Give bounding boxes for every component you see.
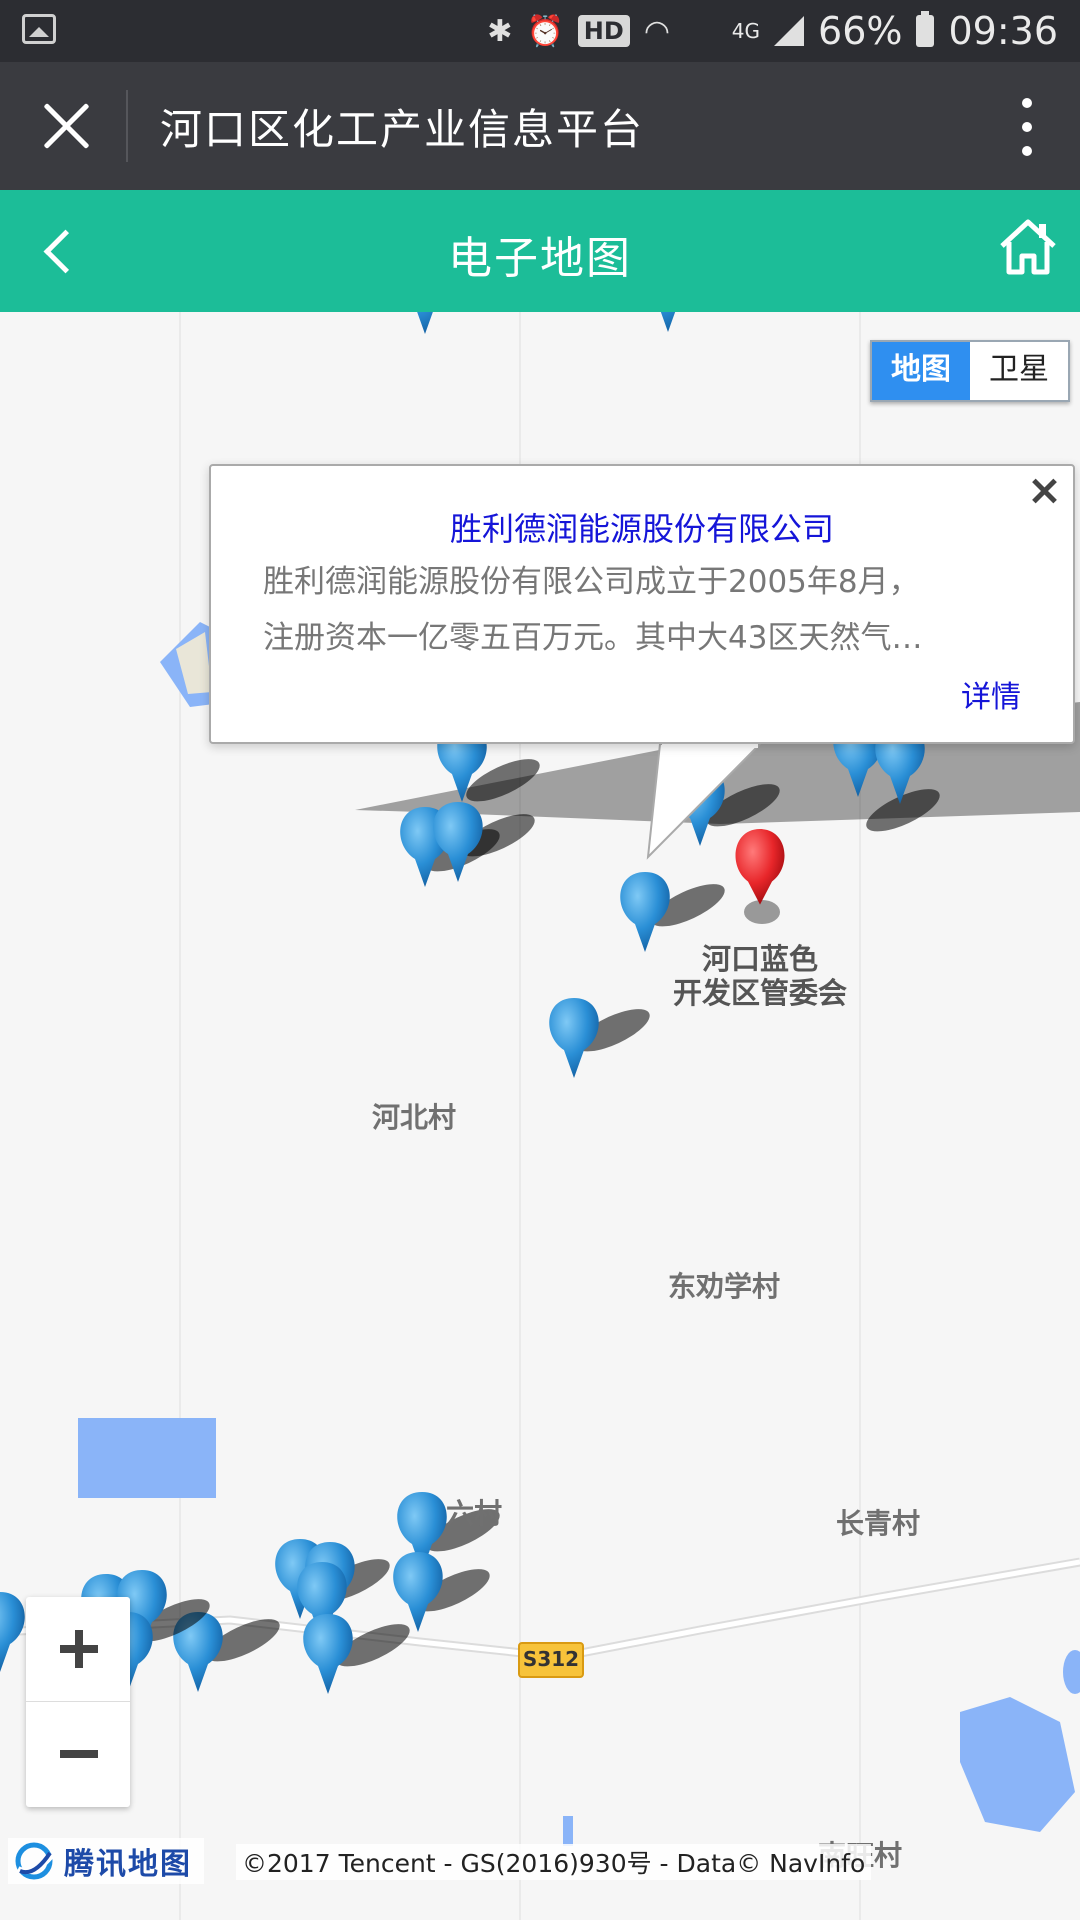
water-area: [78, 1418, 216, 1498]
status-indicators: ✱ ⏰ HD ◠: [487, 10, 670, 52]
wifi-icon: ◠: [643, 13, 670, 49]
road-badge-s312: S312: [518, 1642, 584, 1678]
info-window-line: 胜利德润能源股份有限公司成立于2005年8月，: [263, 564, 920, 600]
zoom-control: [26, 1597, 130, 1807]
info-window-body: 胜利德润能源股份有限公司成立于2005年8月， 注册资本一亿零五百万元。其中大4…: [263, 554, 1003, 666]
gallery-notification-icon: [22, 14, 56, 44]
page-title: 电子地图: [448, 233, 632, 284]
tencent-map-logo: 腾讯地图: [8, 1838, 204, 1884]
village-label-changqing: 长青村: [836, 1507, 921, 1540]
map-view[interactable]: 地图 卫星 胜利德润能源股份有限公司 胜利德润能源股份有限公司成立于2005年8…: [0, 312, 1080, 1920]
signal-icon: [774, 16, 805, 46]
tencent-map-logo-text: 腾讯地图: [64, 1847, 192, 1882]
map-type-map[interactable]: 地图: [872, 342, 970, 400]
village-label-dongquanxue: 东劝学村: [668, 1270, 781, 1303]
info-window-line: 注册资本一亿零五百万元。其中大43区天然气…: [263, 620, 923, 656]
status-bar: ✱ ⏰ HD ◠ 4G 66% 09:36: [0, 0, 1080, 62]
village-label-liucun: 六村: [446, 1497, 503, 1530]
poi-label-line: 开发区管委会: [672, 976, 847, 1010]
water-area: [960, 1697, 1075, 1832]
status-right: 4G 66% 09:36: [732, 8, 1058, 54]
alarm-icon: ⏰: [526, 13, 564, 49]
zoom-in-button[interactable]: [26, 1597, 130, 1702]
popup-close-icon[interactable]: [1027, 474, 1061, 508]
info-window: 胜利德润能源股份有限公司 胜利德润能源股份有限公司成立于2005年8月， 注册资…: [209, 464, 1075, 744]
app-title-bar: 河口区化工产业信息平台: [0, 62, 1080, 190]
poi-label-hekou: 河口蓝色 开发区管委会: [660, 942, 860, 1010]
app-title: 河口区化工产业信息平台: [160, 105, 645, 154]
poi-label-line: 河口蓝色: [701, 942, 818, 976]
map-type-switch: 地图 卫星: [870, 340, 1070, 402]
village-label-hebei: 河北村: [372, 1101, 457, 1134]
details-link[interactable]: 详情: [961, 672, 1021, 716]
zoom-out-button[interactable]: [26, 1702, 130, 1806]
title-divider: [126, 90, 128, 162]
hd-badge: HD: [577, 15, 630, 47]
more-menu-icon[interactable]: [1022, 98, 1034, 156]
page-nav-bar: 电子地图: [0, 190, 1080, 312]
home-icon[interactable]: [998, 214, 1058, 280]
tencent-map-logo-icon: [15, 1842, 55, 1880]
network-type: 4G: [731, 19, 761, 43]
battery-icon: [916, 11, 935, 47]
battery-percent: 66%: [818, 9, 903, 53]
map-copyright: ©2017 Tencent - GS(2016)930号 - Data© Nav…: [236, 1844, 872, 1880]
clock: 09:36: [948, 9, 1058, 53]
map-type-satellite[interactable]: 卫星: [970, 342, 1068, 400]
bluetooth-icon: ✱: [487, 13, 513, 49]
close-icon[interactable]: [38, 98, 94, 154]
info-window-title: 胜利德润能源股份有限公司: [449, 510, 834, 548]
